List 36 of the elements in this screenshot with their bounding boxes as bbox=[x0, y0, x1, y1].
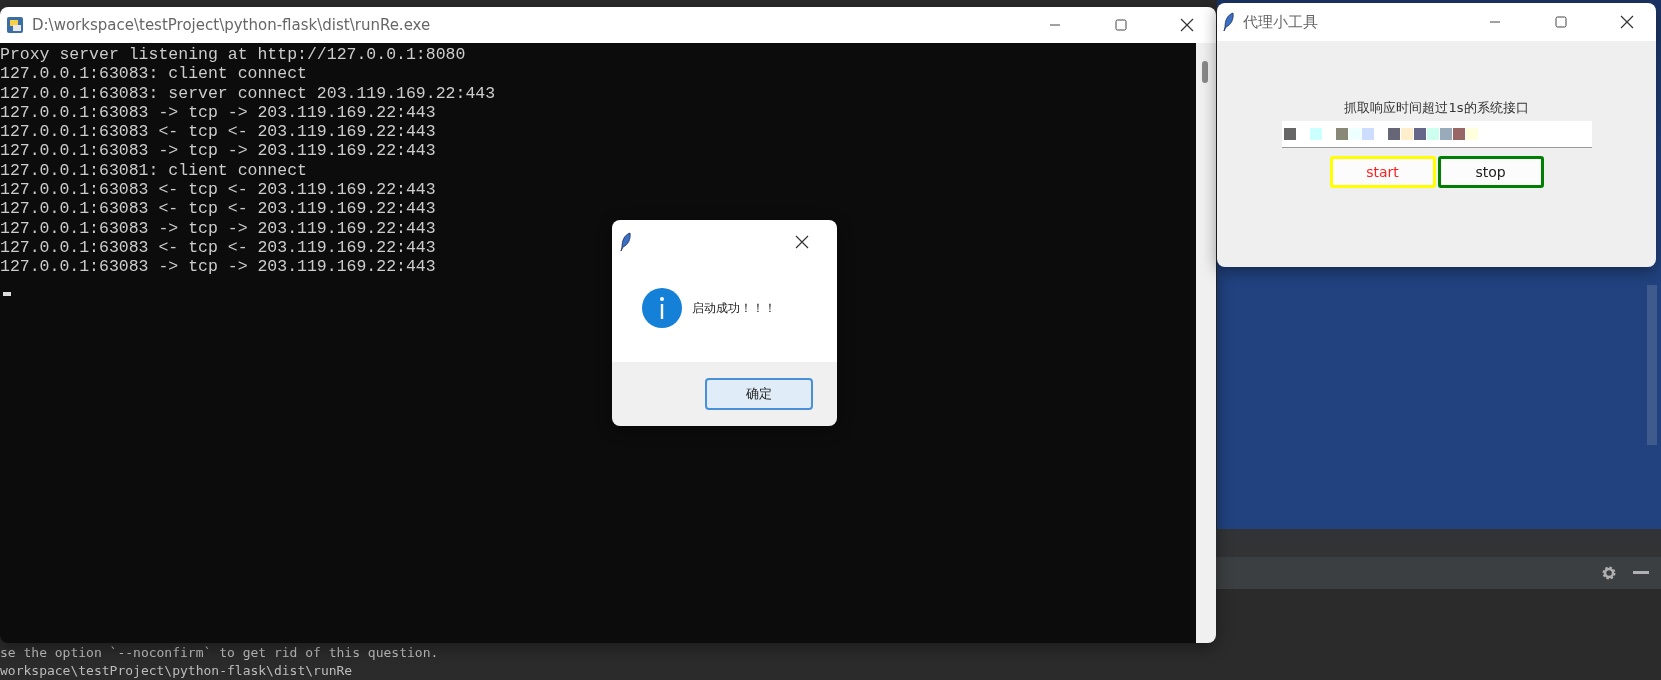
window-title: 代理小工具 bbox=[1243, 12, 1319, 32]
maximize-icon[interactable] bbox=[1555, 16, 1567, 28]
start-button[interactable]: start bbox=[1329, 156, 1436, 188]
console-line: 127.0.0.1:63083 -> tcp -> 203.119.169.22:443 bbox=[0, 141, 436, 161]
console-line: 127.0.0.1:63083 <- tcp <- 203.119.169.22:443 bbox=[0, 237, 436, 258]
console-line: 127.0.0.1:63083 -> tcp -> 203.119.169.22:443 bbox=[0, 257, 436, 277]
dialog-message: 启动成功！！！ bbox=[692, 299, 776, 317]
form-label: 抓取响应时间超过1s的系统接口 bbox=[1344, 99, 1529, 117]
python-icon bbox=[6, 16, 24, 34]
console-line: 127.0.0.1:63083: server connect 203.119.169.22:443 bbox=[0, 83, 496, 103]
maximize-icon[interactable] bbox=[1115, 19, 1127, 31]
close-icon[interactable] bbox=[795, 235, 809, 249]
stop-button[interactable]: stop bbox=[1437, 156, 1544, 188]
minimize-icon[interactable] bbox=[1633, 571, 1649, 576]
console-line: 127.0.0.1:63083 -> tcp -> 203.119.169.22:443 bbox=[0, 102, 436, 123]
console-line: 127.0.0.1:63083 <- tcp <- 203.119.169.22:443 bbox=[0, 199, 436, 219]
close-icon[interactable] bbox=[1620, 15, 1634, 29]
console-line: 127.0.0.1:63081: client connect bbox=[0, 160, 307, 181]
feather-icon bbox=[1223, 12, 1235, 32]
terminal-line: workspace\testProject\python-flask\dist\runRe bbox=[0, 662, 353, 680]
console-line: Proxy server listening at http://127.0.0.1:8080 bbox=[0, 45, 466, 65]
input-field[interactable] bbox=[1281, 121, 1592, 148]
terminal-line: se the option `--noconfirm` to get rid of this question. bbox=[0, 644, 439, 662]
console-line: 127.0.0.1:63083 <- tcp <- 203.119.169.22:443 bbox=[0, 122, 436, 142]
feather-icon bbox=[620, 232, 632, 252]
window-title: D:\workspace\testProject\python-flask\dist\runRe.exe bbox=[32, 16, 432, 34]
console-line: 127.0.0.1:63083: client connect bbox=[0, 64, 307, 84]
console-line: 127.0.0.1:63083 <- tcp <- 203.119.169.22:443 bbox=[0, 180, 436, 200]
close-icon[interactable] bbox=[1180, 18, 1194, 32]
text-cursor bbox=[3, 291, 11, 296]
scrollbar[interactable] bbox=[1647, 285, 1657, 445]
settings-icon[interactable] bbox=[1601, 565, 1617, 582]
info-icon bbox=[642, 288, 682, 328]
scrollbar-thumb[interactable] bbox=[1202, 61, 1208, 83]
console-line: 127.0.0.1:63083 -> tcp -> 203.119.169.22:443 bbox=[0, 218, 436, 238]
ok-button[interactable]: 确定 bbox=[705, 378, 813, 410]
